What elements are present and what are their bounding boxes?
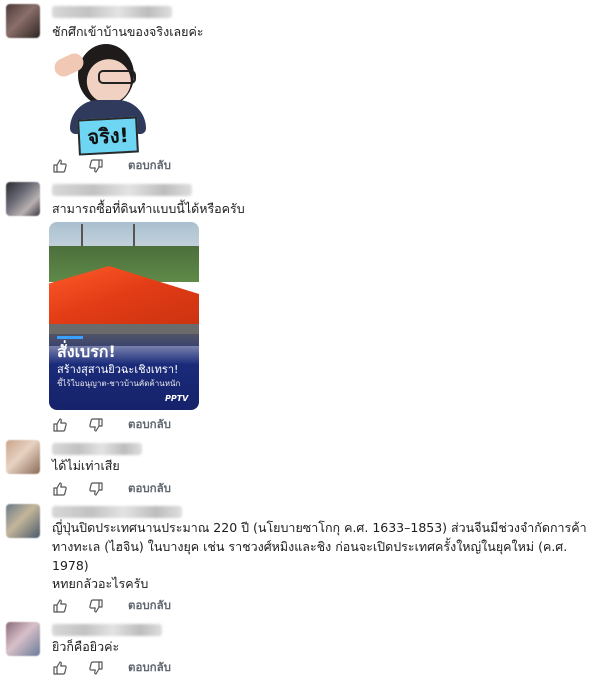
thumbs-up-icon[interactable] — [52, 660, 68, 676]
thumbs-down-icon[interactable] — [88, 158, 104, 174]
thumbs-down-icon[interactable] — [88, 598, 104, 614]
thumbs-down-icon[interactable] — [88, 660, 104, 676]
thumbs-up-icon[interactable] — [52, 158, 68, 174]
sticker-image: จริง! — [50, 42, 156, 156]
pptv-logo: PPTV — [165, 394, 189, 403]
author-name-blurred[interactable] — [52, 506, 182, 518]
author-name-blurred[interactable] — [52, 443, 142, 455]
comment-text-line-4: หทยกลัวอะไรครับ — [52, 576, 149, 591]
avatar[interactable] — [6, 504, 40, 538]
thumbs-up-icon[interactable] — [52, 481, 68, 497]
thumbs-down-icon[interactable] — [88, 417, 104, 433]
comment-actions: ตอบกลับ — [52, 416, 171, 434]
sticker-label: จริง! — [77, 116, 139, 156]
news-card-image[interactable]: สั่งเบรก! สร้างสุสานยิวฉะเชิงเทรา! ชี้ไร… — [49, 222, 199, 410]
comment-text: ชักศึกเข้าบ้านของจริงเลยค่ะ — [52, 24, 204, 39]
author-name-blurred[interactable] — [52, 624, 162, 636]
reply-button[interactable]: ตอบกลับ — [128, 157, 171, 175]
avatar[interactable] — [6, 440, 40, 474]
card-caption: ชี้ไร้ใบอนุญาต-ชาวบ้านคัดค้านหนัก — [57, 379, 181, 388]
comment-actions: ตอบกลับ — [52, 157, 171, 175]
comment-text-line-1: ญี่ปุ่นปิดประเทศนานประมาณ 220 ปี (นโยบาย… — [52, 520, 587, 535]
reply-button[interactable]: ตอบกลับ — [128, 659, 171, 677]
comment-text: สามารถซื้อที่ดินทำแบบนี้ได้หรือครับ — [52, 201, 245, 216]
comment-actions: ตอบกลับ — [52, 597, 171, 615]
avatar[interactable] — [6, 4, 40, 38]
reply-button[interactable]: ตอบกลับ — [128, 480, 171, 498]
comment-text: ได้ไม่เท่าเสีย — [52, 458, 120, 473]
card-subheadline: สร้างสุสานยิวฉะเชิงเทรา! — [57, 363, 179, 376]
thumbs-down-icon[interactable] — [88, 481, 104, 497]
avatar[interactable] — [6, 622, 40, 656]
reply-button[interactable]: ตอบกลับ — [128, 597, 171, 615]
comment-text: ยิวก็คือยิวค่ะ — [52, 639, 120, 654]
thumbs-up-icon[interactable] — [52, 417, 68, 433]
comment-actions: ตอบกลับ — [52, 480, 171, 498]
thumbs-up-icon[interactable] — [52, 598, 68, 614]
comment-actions: ตอบกลับ — [52, 659, 171, 677]
comment-text-line-3: 1978) — [52, 558, 89, 573]
author-name-blurred[interactable] — [52, 184, 192, 196]
avatar[interactable] — [6, 182, 40, 216]
author-name-blurred[interactable] — [52, 6, 172, 18]
comment-text-line-2: ทางทะเล (ไฮจิน) ในบางยุค เช่น ราชวงศ์หมิ… — [52, 539, 568, 554]
reply-button[interactable]: ตอบกลับ — [128, 416, 171, 434]
